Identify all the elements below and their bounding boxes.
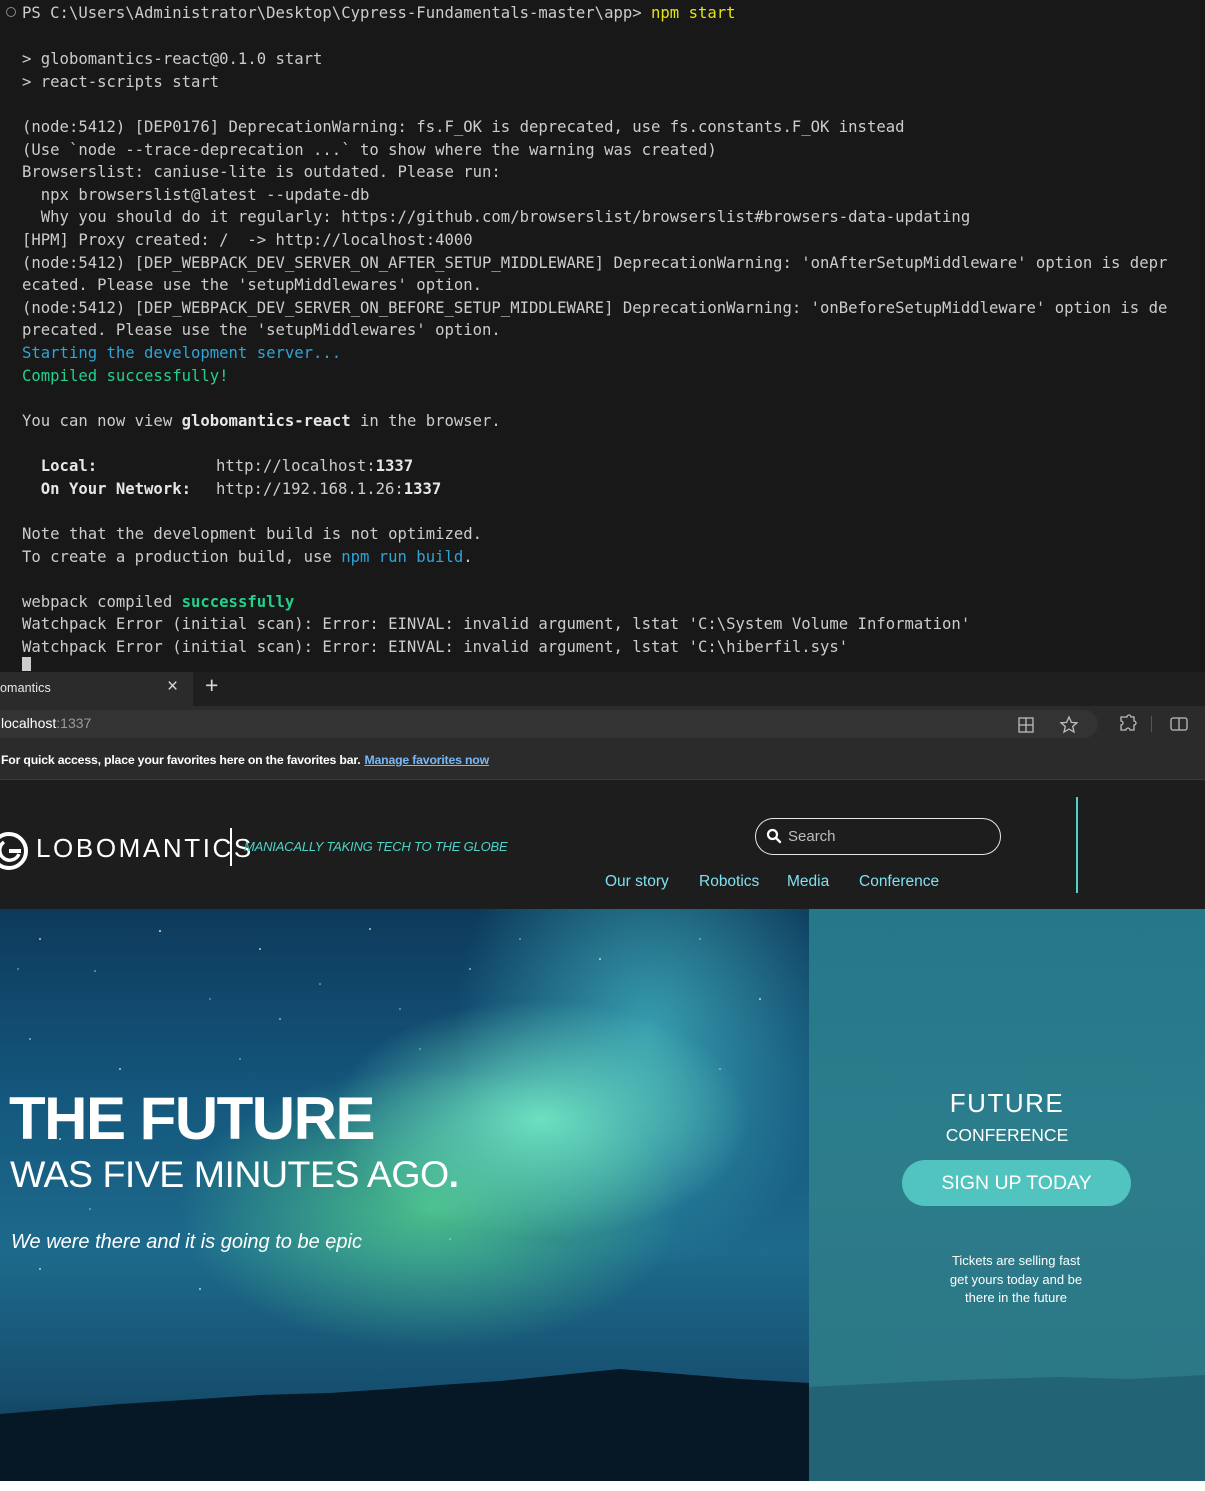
webpack-status: successfully	[181, 593, 295, 611]
prompt-status-icon	[6, 7, 16, 17]
search-box[interactable]	[755, 818, 1001, 855]
network-label: On Your Network:	[22, 480, 191, 498]
build-command: npm run build	[341, 548, 464, 566]
local-url[interactable]: http://localhost:	[216, 457, 376, 475]
terminal-line: (node:5412) [DEP0176] DeprecationWarning…	[22, 118, 905, 136]
logo-divider	[230, 828, 232, 866]
site-header: LOBOMANTICS MANIACALLY TAKING TECH TO TH…	[0, 780, 1205, 909]
terminal-webpack-line: webpack compiled successfully	[22, 593, 295, 611]
address-url[interactable]: localhost:1337	[1, 715, 91, 731]
terminal-line: npx browserslist@latest --update-db	[22, 186, 370, 204]
address-bar-row: localhost:1337	[0, 706, 1205, 742]
tab-title: omantics	[0, 681, 51, 695]
search-icon	[766, 828, 782, 844]
toolbar-divider	[1151, 716, 1152, 732]
extensions-icon[interactable]	[1117, 714, 1137, 734]
terminal-line: (Use `node --trace-deprecation ...` to s…	[22, 141, 717, 159]
terminal-line: (node:5412) [DEP_WEBPACK_DEV_SERVER_ON_A…	[22, 254, 1168, 272]
conference-title: FUTURE	[949, 1088, 1065, 1118]
search-input[interactable]	[788, 826, 988, 846]
terminal-view-line: You can now view globomantics-react in t…	[22, 412, 501, 430]
terminal-error-line: Watchpack Error (initial scan): Error: E…	[22, 615, 971, 633]
close-tab-icon[interactable]: ×	[167, 676, 178, 698]
terminal-cursor	[22, 653, 31, 672]
terminal-panel[interactable]: PS C:\Users\Administrator\Desktop\Cypres…	[0, 0, 1205, 672]
terminal-line: precated. Please use the 'setupMiddlewar…	[22, 321, 501, 339]
terminal-line: ecated. Please use the 'setupMiddlewares…	[22, 276, 483, 294]
favorites-hint: For quick access, place your favorites h…	[1, 753, 489, 767]
favorites-bar: For quick access, place your favorites h…	[0, 742, 1205, 780]
nav-robotics[interactable]: Robotics	[699, 873, 759, 891]
nav-conference[interactable]: Conference	[859, 873, 939, 891]
terminal-line: Browserslist: caniuse-lite is outdated. …	[22, 163, 501, 181]
address-bar[interactable]: localhost:1337	[0, 710, 1098, 738]
logo-text[interactable]: LOBOMANTICS	[36, 833, 254, 864]
hero-tagline: We were there and it is going to be epic	[11, 1231, 362, 1253]
terminal-local-line: Local: http://localhost:1337	[22, 457, 414, 475]
local-label: Local:	[22, 457, 98, 475]
terminal-prompt-line: PS C:\Users\Administrator\Desktop\Cypres…	[0, 2, 736, 25]
terminal-build-line: To create a production build, use npm ru…	[22, 548, 473, 566]
conference-subtitle: CONFERENCE	[945, 1125, 1069, 1145]
terminal-line: > react-scripts start	[22, 73, 220, 91]
page-bottom-edge	[0, 1481, 1205, 1491]
new-tab-icon[interactable]: +	[205, 672, 218, 699]
terminal-command: npm start	[651, 4, 736, 22]
nav-our-story[interactable]: Our story	[605, 873, 669, 891]
terminal-error-line: Watchpack Error (initial scan): Error: E…	[22, 638, 849, 656]
app-available-icon[interactable]	[1017, 716, 1035, 734]
terminal-line: Note that the development build is not o…	[22, 525, 483, 543]
hero-banner: THE FUTURE WAS FIVE MINUTES AGO. We were…	[0, 909, 809, 1481]
terminal-line-starting: Starting the development server...	[22, 344, 342, 362]
hero-subtitle: WAS FIVE MINUTES AGO.	[10, 1153, 459, 1195]
tickets-text: Tickets are selling fast get yours today…	[949, 1253, 1083, 1305]
terminal-line: (node:5412) [DEP_WEBPACK_DEV_SERVER_ON_B…	[22, 299, 1168, 317]
favorite-star-icon[interactable]	[1059, 715, 1079, 735]
terminal-line: > globomantics-react@0.1.0 start	[22, 50, 323, 68]
globe-logo-icon[interactable]	[0, 828, 32, 874]
browser-tab-bar: omantics × +	[0, 672, 1205, 706]
split-screen-icon[interactable]	[1169, 714, 1189, 734]
app-name: globomantics-react	[181, 412, 351, 430]
site-tagline: MANIACALLY TAKING TECH TO THE GLOBE	[244, 839, 508, 854]
terminal-network-line: On Your Network: http://192.168.1.26:1337	[22, 480, 442, 498]
hero-title: THE FUTURE	[9, 1085, 375, 1152]
nav-media[interactable]: Media	[787, 873, 829, 891]
header-divider	[1076, 797, 1078, 893]
manage-favorites-link[interactable]: Manage favorites now	[364, 753, 489, 767]
terminal-line: Why you should do it regularly: https://…	[22, 208, 971, 226]
sign-up-button[interactable]: SIGN UP TODAY	[902, 1160, 1131, 1206]
prompt-path: PS C:\Users\Administrator\Desktop\Cypres…	[22, 4, 642, 22]
conference-panel: FUTURE CONFERENCE SIGN UP TODAY Tickets …	[809, 909, 1205, 1481]
terminal-line-compiled: Compiled successfully!	[22, 367, 229, 385]
browser-tab[interactable]: omantics ×	[0, 672, 193, 706]
network-url[interactable]: http://192.168.1.26:	[216, 480, 404, 498]
terminal-line: [HPM] Proxy created: / -> http://localho…	[22, 231, 473, 249]
